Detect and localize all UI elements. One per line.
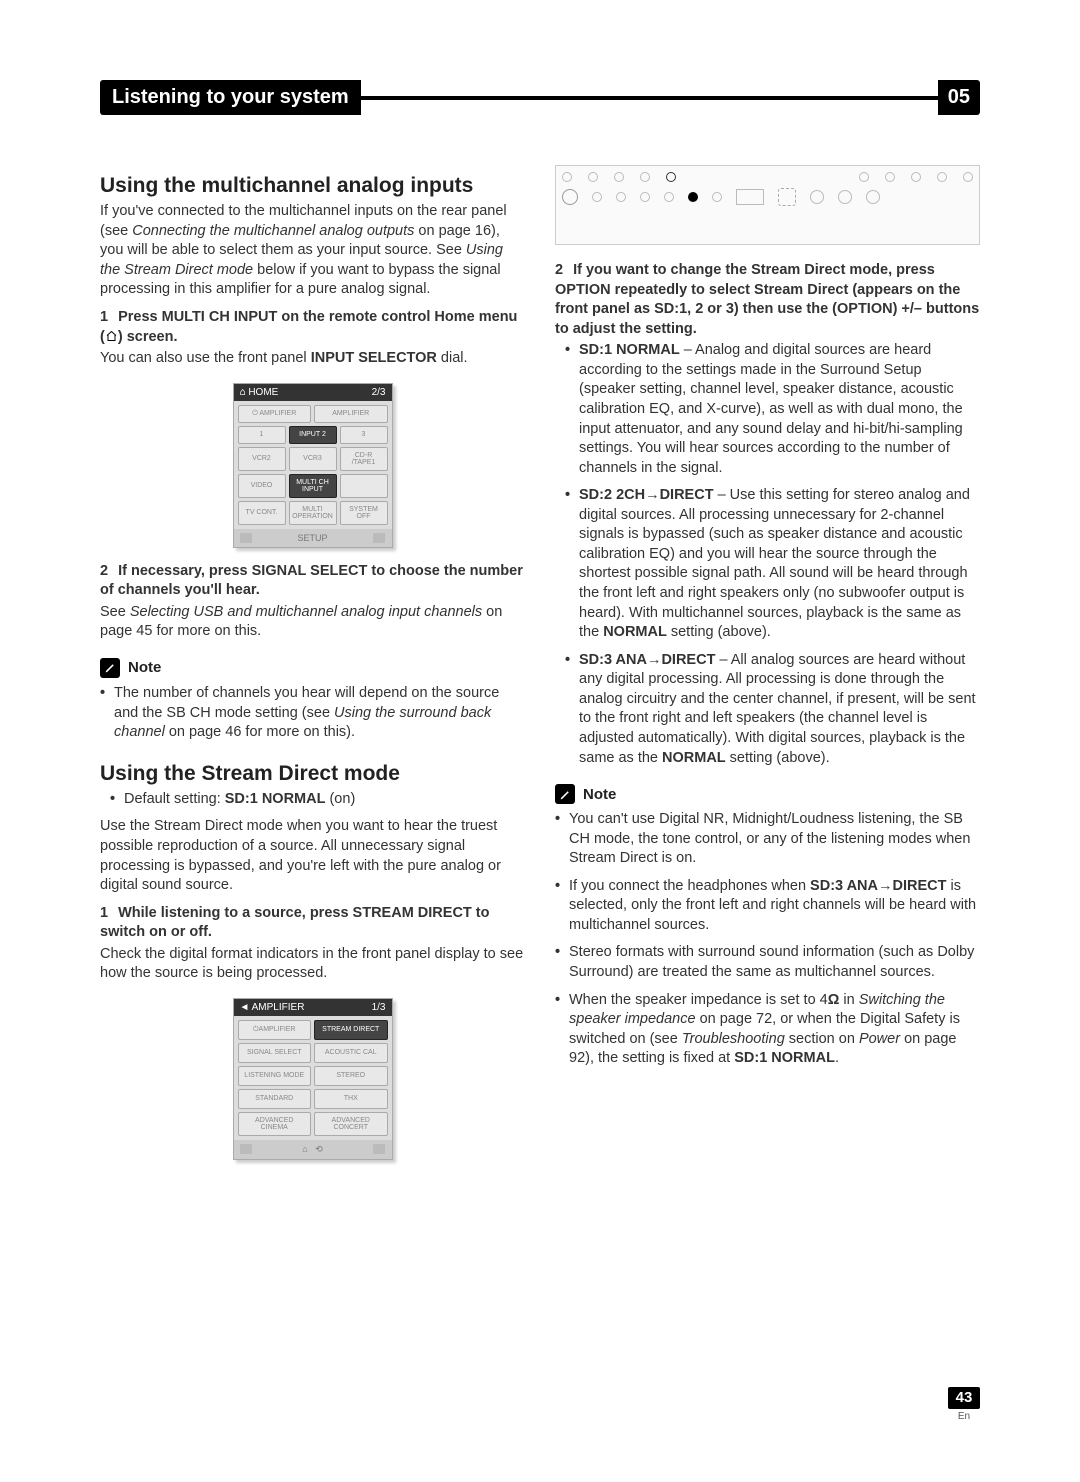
pencil-icon bbox=[555, 784, 575, 804]
sd-step-1: 1While listening to a source, press STRE… bbox=[100, 904, 525, 943]
multichannel-intro: If you've connected to the multichannel … bbox=[100, 202, 525, 300]
step-1-sub: You can also use the front panel INPUT S… bbox=[100, 349, 525, 369]
default-setting: Default setting: SD:1 NORMAL (on) bbox=[124, 790, 525, 810]
step-1-multi: 1Press MULTI CH INPUT on the remote cont… bbox=[100, 308, 525, 347]
heading-stream-direct: Using the Stream Direct mode bbox=[100, 761, 525, 786]
figure-amplifier-menu: ◄ AMPLIFIER 1/3 ⏻AMPLIFIER STREAM DIRECT… bbox=[233, 998, 393, 1160]
sd-step-2: 2If you want to change the Stream Direct… bbox=[555, 261, 980, 339]
chapter-header: Listening to your system 05 bbox=[100, 80, 980, 115]
sd-modes-list: SD:1 NORMAL – Analog and digital sources… bbox=[565, 341, 980, 768]
step-2-sub: See Selecting USB and multichannel analo… bbox=[100, 603, 525, 642]
sd1-item: SD:1 NORMAL – Analog and digital sources… bbox=[579, 341, 980, 478]
sd-intro: Use the Stream Direct mode when you want… bbox=[100, 817, 525, 895]
home-icon bbox=[105, 328, 118, 348]
figure-front-panel bbox=[555, 165, 980, 245]
figure-home-menu: ⌂ HOME 2/3 ⏻ AMPLIFIER AMPLIFIER 1 INPUT… bbox=[233, 383, 393, 548]
left-column: Using the multichannel analog inputs If … bbox=[100, 165, 525, 1174]
note-list-left: The number of channels you hear will dep… bbox=[100, 684, 525, 743]
heading-multichannel: Using the multichannel analog inputs bbox=[100, 173, 525, 198]
header-rule bbox=[361, 96, 938, 100]
note-list-right: You can't use Digital NR, Midnight/Loudn… bbox=[555, 810, 980, 1069]
right-column: 2If you want to change the Stream Direct… bbox=[555, 165, 980, 1174]
sd-step-1-sub: Check the digital format indicators in t… bbox=[100, 945, 525, 984]
chapter-number: 05 bbox=[938, 80, 980, 115]
page-number: 43 En bbox=[948, 1387, 980, 1422]
pencil-icon bbox=[100, 658, 120, 678]
sd3-item: SD:3 ANA→DIRECT – All analog sources are… bbox=[579, 651, 980, 768]
note-heading-right: Note bbox=[555, 784, 980, 804]
sd2-item: SD:2 2CH→DIRECT – Use this setting for s… bbox=[579, 486, 980, 643]
note-heading-left: Note bbox=[100, 658, 525, 678]
chapter-title: Listening to your system bbox=[100, 80, 361, 115]
step-2-multi: 2If necessary, press SIGNAL SELECT to ch… bbox=[100, 562, 525, 601]
